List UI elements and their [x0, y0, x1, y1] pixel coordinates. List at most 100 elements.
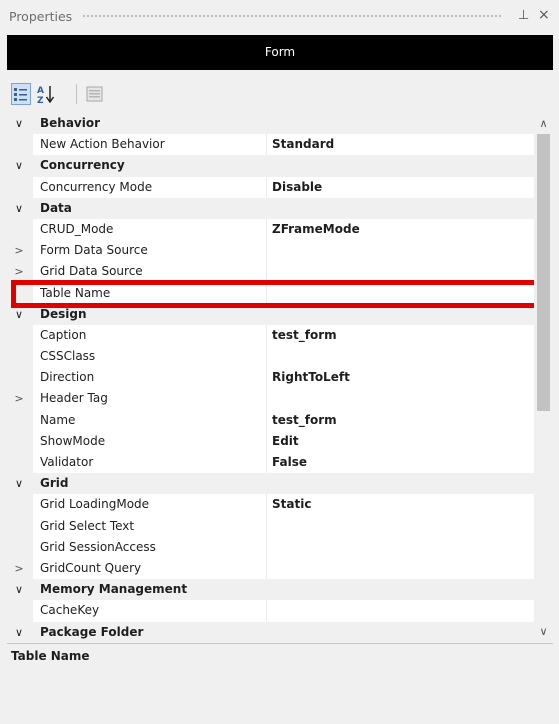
- property-row[interactable]: Grid SessionAccess: [7, 536, 534, 558]
- property-grid[interactable]: ∨ Behavior New Action Behavior Standard ∨ Con…: [7, 113, 553, 642]
- column-divider[interactable]: [266, 452, 267, 474]
- expand-chevron-icon[interactable]: >: [12, 388, 26, 409]
- column-divider[interactable]: [266, 240, 267, 262]
- collapse-chevron-icon[interactable]: ∨: [12, 622, 26, 643]
- category-label: Grid: [40, 476, 69, 491]
- category-label: Concurrency: [40, 158, 125, 173]
- property-row[interactable]: > GridCount Query: [7, 557, 534, 580]
- scroll-up-icon[interactable]: ∧: [534, 117, 553, 130]
- row-gutter: [7, 536, 33, 558]
- property-pages-button[interactable]: [85, 83, 105, 105]
- object-selector[interactable]: Form: [7, 35, 553, 70]
- property-row[interactable]: Grid Select Text: [7, 515, 534, 537]
- property-row[interactable]: > Header Tag: [7, 388, 534, 410]
- collapse-chevron-icon[interactable]: ∨: [12, 198, 26, 219]
- table-name-highlight-box: [11, 280, 541, 308]
- row-gutter: [7, 515, 33, 537]
- collapse-chevron-icon[interactable]: ∨: [12, 113, 26, 134]
- column-divider[interactable]: [266, 324, 267, 347]
- property-label: Grid Select Text: [40, 518, 135, 533]
- property-value[interactable]: test_form: [272, 410, 337, 431]
- property-row[interactable]: Direction RightToLeft: [7, 367, 534, 389]
- scrollbar-thumb[interactable]: [537, 134, 550, 411]
- property-row[interactable]: CRUD_Mode ZFrameMode: [7, 218, 534, 241]
- column-divider[interactable]: [266, 176, 267, 198]
- row-gutter: [7, 494, 33, 516]
- property-value[interactable]: False: [272, 452, 307, 473]
- alphabetical-button[interactable]: A Z: [35, 83, 55, 105]
- properties-title-bar: Properties ⊥ ×: [0, 0, 559, 34]
- column-divider[interactable]: [266, 388, 267, 410]
- column-divider[interactable]: [266, 430, 267, 452]
- expand-chevron-icon[interactable]: >: [12, 240, 26, 261]
- category-row[interactable]: ∨ Package Folder: [7, 621, 534, 643]
- pin-icon[interactable]: ⊥: [518, 8, 529, 23]
- vertical-scrollbar[interactable]: ∧ ∨: [534, 113, 553, 642]
- object-selector-value: Form: [264, 45, 296, 59]
- column-divider[interactable]: [266, 515, 267, 537]
- category-row[interactable]: ∨ Behavior: [7, 113, 534, 135]
- properties-toolbar: A Z: [7, 80, 553, 110]
- close-icon[interactable]: ×: [538, 7, 550, 23]
- property-row[interactable]: Caption test_form: [7, 324, 534, 347]
- description-title: Table Name: [11, 649, 90, 663]
- property-value[interactable]: ZFrameMode: [272, 219, 360, 240]
- property-row[interactable]: CSSClass: [7, 346, 534, 368]
- row-gutter: [7, 430, 33, 452]
- property-row[interactable]: > Form Data Source: [7, 240, 534, 262]
- property-label: Header Tag: [40, 391, 108, 406]
- column-divider[interactable]: [266, 494, 267, 516]
- property-value[interactable]: test_form: [272, 325, 337, 346]
- property-value[interactable]: Static: [272, 494, 311, 515]
- property-label: Grid LoadingMode: [40, 497, 150, 512]
- row-gutter: [7, 452, 33, 474]
- property-row[interactable]: Concurrency Mode Disable: [7, 176, 534, 198]
- property-label: Validator: [40, 455, 94, 469]
- collapse-chevron-icon[interactable]: ∨: [12, 155, 26, 176]
- row-gutter: [7, 367, 33, 389]
- category-row[interactable]: ∨ Concurrency: [7, 155, 534, 177]
- column-divider[interactable]: [266, 536, 267, 558]
- collapse-chevron-icon[interactable]: ∨: [12, 473, 26, 494]
- property-value[interactable]: Edit: [272, 431, 299, 452]
- property-grid-rows: ∨ Behavior New Action Behavior Standard ∨ Con…: [7, 113, 534, 642]
- property-row[interactable]: CacheKey: [7, 600, 534, 622]
- property-label: Name: [40, 412, 76, 427]
- category-label: Package Folder: [40, 624, 144, 639]
- categorized-icon: [14, 88, 27, 101]
- category-row[interactable]: ∨ Data: [7, 197, 534, 219]
- column-divider[interactable]: [266, 600, 267, 622]
- column-divider[interactable]: [266, 409, 267, 431]
- row-gutter: [7, 218, 33, 241]
- row-gutter: [7, 409, 33, 431]
- property-value[interactable]: Disable: [272, 177, 322, 198]
- property-row[interactable]: Validator False: [7, 452, 534, 474]
- title-bar-grip[interactable]: [82, 14, 503, 19]
- scroll-down-icon[interactable]: ∨: [534, 625, 553, 638]
- property-value[interactable]: Standard: [272, 134, 334, 155]
- column-divider[interactable]: [266, 557, 267, 580]
- property-label: Concurrency Mode: [40, 179, 153, 194]
- column-divider[interactable]: [266, 218, 267, 241]
- property-label: CRUD_Mode: [40, 221, 114, 236]
- categorized-button[interactable]: [11, 83, 31, 105]
- category-label: Behavior: [40, 116, 101, 130]
- property-label: GridCount Query: [40, 560, 142, 575]
- description-pane: Table Name: [7, 643, 553, 723]
- toolbar-separator: [76, 84, 77, 104]
- property-row[interactable]: Grid LoadingMode Static: [7, 494, 534, 516]
- row-gutter: [7, 346, 33, 368]
- property-row[interactable]: ShowMode Edit: [7, 430, 534, 452]
- expand-chevron-icon[interactable]: >: [12, 558, 26, 579]
- column-divider[interactable]: [266, 367, 267, 389]
- property-row[interactable]: Name test_form: [7, 409, 534, 431]
- property-value[interactable]: RightToLeft: [272, 367, 350, 388]
- category-row[interactable]: ∨ Memory Management: [7, 579, 534, 601]
- column-divider[interactable]: [266, 134, 267, 156]
- column-divider[interactable]: [266, 346, 267, 368]
- property-label: Grid SessionAccess: [40, 539, 156, 554]
- collapse-chevron-icon[interactable]: ∨: [12, 579, 26, 600]
- property-row[interactable]: New Action Behavior Standard: [7, 134, 534, 156]
- category-row[interactable]: ∨ Grid: [7, 473, 534, 495]
- category-label: Data: [40, 200, 72, 215]
